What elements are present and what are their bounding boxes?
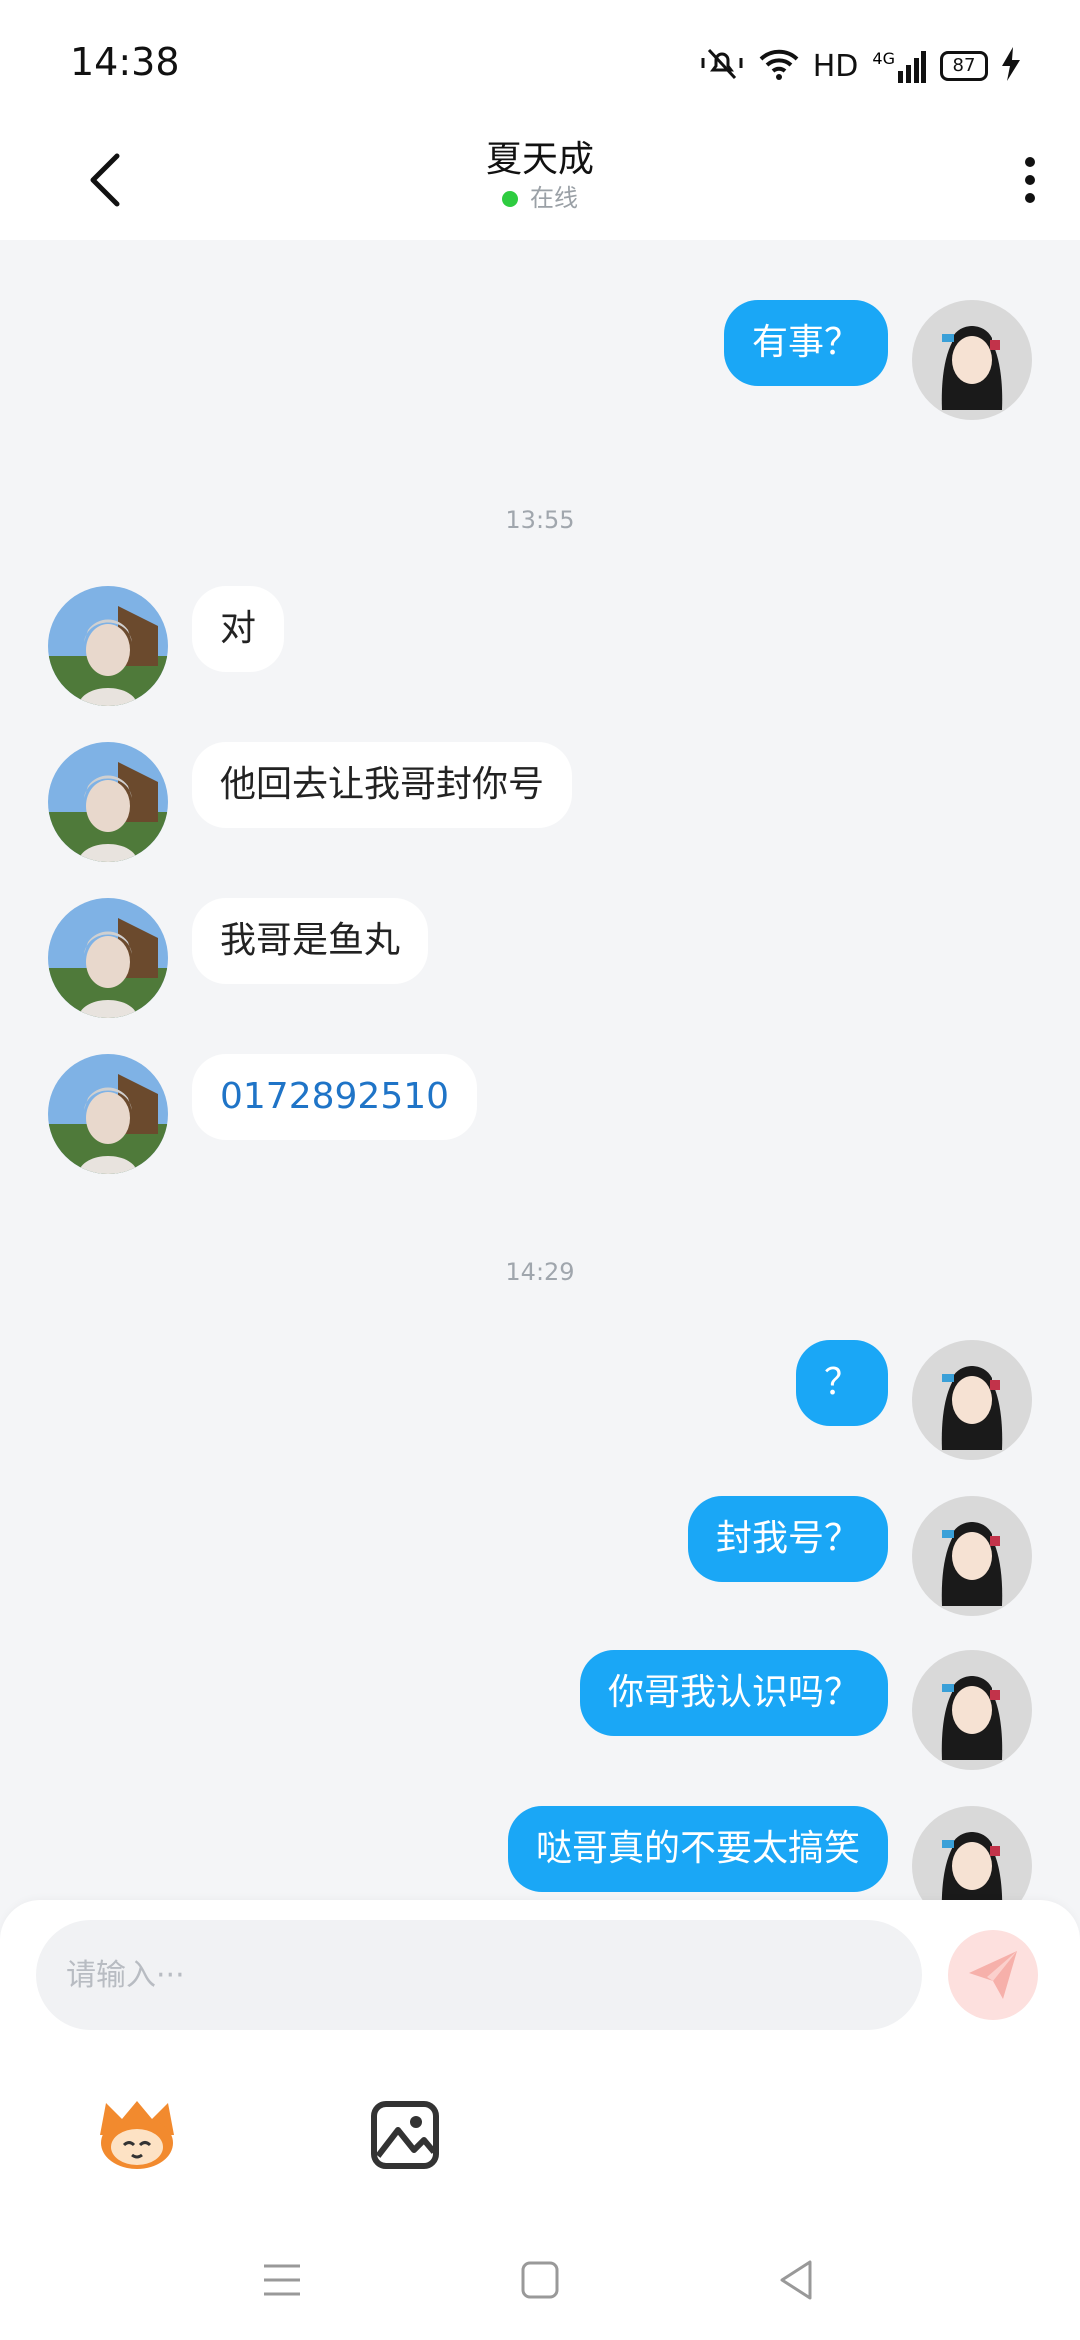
contact-avatar[interactable] — [48, 586, 168, 706]
message-bubble[interactable]: 有事？ — [723, 300, 888, 386]
self-avatar[interactable] — [912, 1650, 1032, 1770]
signal-icon: 4G — [872, 49, 926, 83]
hd-label: HD — [812, 48, 859, 84]
timestamp: 14:29 — [505, 1258, 575, 1286]
wifi-icon — [759, 47, 799, 85]
message-row: 你哥我认识吗？ — [0, 1650, 1080, 1770]
system-back-button[interactable] — [766, 2250, 826, 2310]
self-avatar[interactable] — [912, 300, 1032, 420]
message-input[interactable] — [36, 1920, 922, 2030]
message-row: 哒哥真的不要太搞笑 — [0, 1806, 1080, 1900]
home-button[interactable] — [510, 2250, 570, 2310]
send-button[interactable] — [948, 1930, 1038, 2020]
message-bubble[interactable]: 封我号？ — [687, 1496, 888, 1582]
emoji-mascot-icon — [100, 2101, 174, 2169]
self-avatar[interactable] — [912, 1340, 1032, 1460]
contact-avatar[interactable] — [48, 898, 168, 1018]
message-bubble[interactable]: 哒哥真的不要太搞笑 — [507, 1806, 888, 1892]
status-time: 14:38 — [70, 40, 180, 84]
message-bubble[interactable]: 他回去让我哥封你号 — [192, 742, 573, 828]
send-icon — [969, 1951, 1017, 1999]
message-bubble-number-link[interactable]: 0172892510 — [192, 1054, 478, 1140]
message-row: 有事？ — [0, 300, 1080, 420]
contact-avatar[interactable] — [48, 1054, 168, 1174]
message-bubble[interactable]: 我哥是鱼丸 — [192, 898, 429, 984]
charging-icon — [1002, 47, 1020, 85]
dot-icon — [1025, 157, 1035, 167]
message-bubble[interactable]: 对 — [192, 586, 285, 672]
battery-indicator: 87 — [940, 51, 988, 81]
menu-icon — [264, 2264, 300, 2296]
image-icon — [371, 2101, 439, 2169]
message-row: 封我号？ — [0, 1496, 1080, 1616]
status-bar: 14:38 HD 4G 87 — [0, 0, 1080, 120]
message-bubble[interactable]: ？ — [795, 1340, 888, 1426]
image-button[interactable] — [350, 2080, 460, 2190]
message-list[interactable]: 有事？ 13:55 对 他回去让我哥封你号 我哥是鱼丸 0172892510 1… — [0, 240, 1080, 1900]
contact-name: 夏天成 — [485, 139, 594, 180]
presence-label: 在线 — [530, 184, 578, 212]
silent-icon — [699, 46, 745, 86]
online-dot — [502, 191, 518, 207]
message-row: 0172892510 — [0, 1054, 1080, 1174]
self-avatar[interactable] — [912, 1496, 1032, 1616]
chat-header: 夏天成 在线 — [0, 120, 1080, 240]
dot-icon — [1025, 175, 1035, 185]
system-nav-bar — [0, 2210, 1080, 2340]
timestamp: 13:55 — [505, 506, 575, 534]
presence-status: 在线 — [0, 178, 1080, 213]
status-icons: HD 4G 87 — [699, 44, 1020, 88]
home-icon — [521, 2261, 559, 2299]
message-row: 他回去让我哥封你号 — [0, 742, 1080, 862]
network-label: 4G — [872, 49, 895, 68]
contact-avatar[interactable] — [48, 742, 168, 862]
message-row: ？ — [0, 1340, 1080, 1460]
message-row: 我哥是鱼丸 — [0, 898, 1080, 1018]
emoji-button[interactable] — [82, 2080, 192, 2190]
message-bubble[interactable]: 你哥我认识吗？ — [579, 1650, 888, 1736]
more-options-button[interactable] — [1000, 140, 1060, 220]
dot-icon — [1025, 193, 1035, 203]
self-avatar[interactable] — [912, 1806, 1032, 1900]
recents-button[interactable] — [252, 2250, 312, 2310]
message-row: 对 — [0, 586, 1080, 706]
back-icon — [780, 2260, 812, 2300]
